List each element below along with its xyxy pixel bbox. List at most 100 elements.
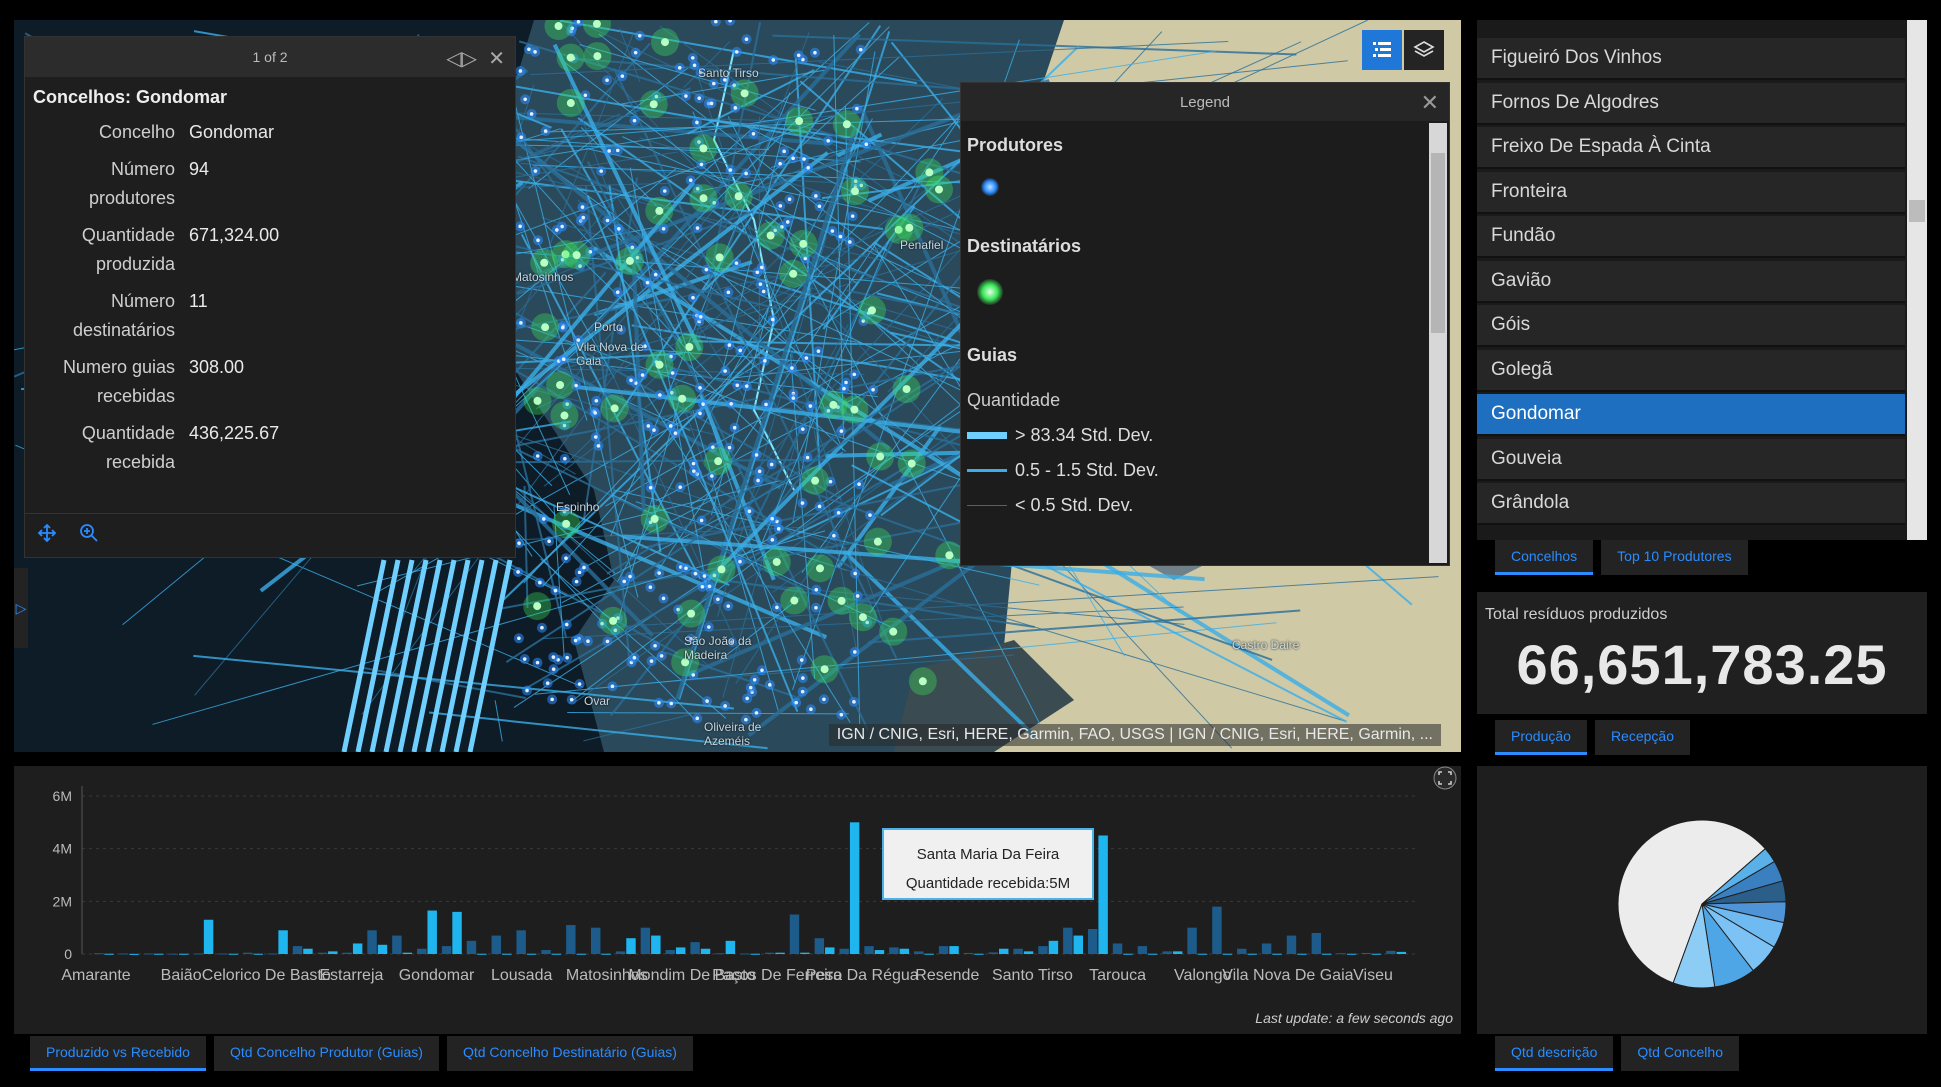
bar[interactable] [715, 953, 725, 955]
bar[interactable] [218, 953, 228, 955]
bar[interactable] [377, 944, 388, 954]
bar[interactable] [725, 940, 736, 954]
bar[interactable] [764, 952, 775, 954]
bar[interactable] [889, 947, 899, 954]
bar[interactable] [168, 953, 178, 955]
bar[interactable] [243, 952, 253, 954]
bar[interactable] [949, 946, 959, 954]
bar[interactable] [1261, 943, 1272, 954]
bar[interactable] [452, 911, 462, 954]
close-icon[interactable]: ✕ [1421, 90, 1439, 116]
bar[interactable] [675, 947, 686, 954]
bar[interactable] [1013, 948, 1023, 954]
bar[interactable] [814, 938, 825, 954]
bar[interactable] [825, 947, 835, 954]
bar[interactable] [626, 938, 636, 954]
bar[interactable] [775, 952, 785, 954]
bar[interactable] [402, 952, 413, 954]
bar[interactable] [651, 935, 661, 954]
bar-chart[interactable]: 0 2M 4M 6M Amarante Baião Celorico De BastoEst… [14, 766, 1461, 1034]
bar[interactable] [178, 953, 189, 955]
bar[interactable] [601, 953, 611, 955]
bar[interactable] [1098, 835, 1108, 955]
zoom-to-icon[interactable] [79, 523, 99, 548]
list-item[interactable]: Figueiró Dos Vinhos [1477, 38, 1905, 80]
bar[interactable] [551, 953, 562, 955]
bar[interactable] [328, 951, 338, 954]
bar[interactable] [1212, 906, 1222, 954]
bar[interactable] [640, 927, 651, 954]
bar[interactable] [1187, 927, 1197, 954]
bar[interactable] [203, 919, 214, 954]
bar[interactable] [1073, 935, 1083, 954]
tab-producao[interactable]: Produção [1495, 720, 1587, 755]
pie-chart[interactable] [1477, 766, 1927, 1034]
bar[interactable] [615, 951, 626, 954]
bar[interactable] [566, 925, 576, 954]
bar[interactable] [1023, 951, 1034, 954]
expand-panel-tab[interactable]: ▷ [14, 568, 28, 648]
bar[interactable] [94, 953, 104, 955]
list-item[interactable]: Freixo De Espada À Cinta [1477, 127, 1905, 169]
bar[interactable] [1038, 946, 1048, 954]
bar[interactable] [1272, 953, 1282, 955]
bar[interactable] [999, 948, 1009, 954]
bar[interactable] [1137, 946, 1148, 954]
bar[interactable] [690, 942, 700, 954]
list-item[interactable]: Golegã [1477, 349, 1905, 392]
bar[interactable] [800, 952, 810, 954]
bar[interactable] [541, 950, 551, 954]
bar[interactable] [104, 953, 114, 955]
dock-icon[interactable]: ◁▷ [446, 46, 477, 71]
list-item[interactable]: Fundão [1477, 216, 1905, 258]
close-icon[interactable]: ✕ [488, 46, 505, 71]
bar[interactable] [874, 950, 885, 954]
bar[interactable] [974, 953, 984, 955]
bar[interactable] [477, 953, 487, 955]
scrollbar-thumb[interactable] [1909, 200, 1925, 222]
bar[interactable] [899, 948, 910, 954]
bar[interactable] [228, 953, 239, 955]
bar[interactable] [1172, 951, 1183, 954]
bar[interactable] [427, 910, 437, 954]
bar[interactable] [914, 951, 924, 954]
bar[interactable] [417, 948, 427, 954]
bar[interactable] [1311, 932, 1322, 954]
tab-produzido-vs-recebido[interactable]: Produzido vs Recebido [30, 1036, 206, 1071]
fullscreen-icon[interactable] [1433, 766, 1457, 795]
bar[interactable] [118, 953, 129, 955]
tab-concelhos[interactable]: Concelhos [1495, 540, 1594, 575]
bar[interactable] [1148, 953, 1158, 955]
bar[interactable] [1222, 953, 1233, 955]
list-item[interactable]: Gavião [1477, 260, 1905, 303]
bar[interactable] [740, 953, 750, 955]
bar[interactable] [1336, 953, 1346, 955]
bar[interactable] [526, 953, 537, 955]
bar[interactable] [1123, 953, 1133, 955]
bar[interactable] [924, 953, 934, 955]
bar[interactable] [864, 946, 874, 954]
bar[interactable] [750, 953, 760, 955]
bar[interactable] [1112, 943, 1123, 954]
bar[interactable] [1087, 928, 1098, 954]
bar[interactable] [700, 948, 711, 954]
list-item[interactable]: Fornos De Algodres [1477, 82, 1905, 125]
bar[interactable] [988, 952, 999, 954]
bar[interactable] [502, 953, 512, 955]
bar[interactable] [1346, 953, 1357, 955]
bar[interactable] [1286, 935, 1297, 954]
bar[interactable] [278, 930, 288, 954]
bar[interactable] [1386, 950, 1396, 954]
list-item[interactable]: Góis [1477, 305, 1905, 347]
scrollbar-thumb[interactable] [1431, 153, 1445, 333]
bar[interactable] [392, 935, 402, 954]
legend-toggle-button[interactable] [1362, 30, 1402, 70]
bar[interactable] [367, 930, 377, 954]
bar[interactable] [849, 822, 860, 954]
tab-recepcao[interactable]: Recepção [1594, 720, 1690, 755]
list-item[interactable]: Fronteira [1477, 171, 1905, 214]
bar[interactable] [1396, 951, 1407, 954]
bar[interactable] [129, 953, 139, 955]
list-item[interactable]: Gondomar [1477, 394, 1905, 436]
bar[interactable] [1237, 948, 1247, 954]
